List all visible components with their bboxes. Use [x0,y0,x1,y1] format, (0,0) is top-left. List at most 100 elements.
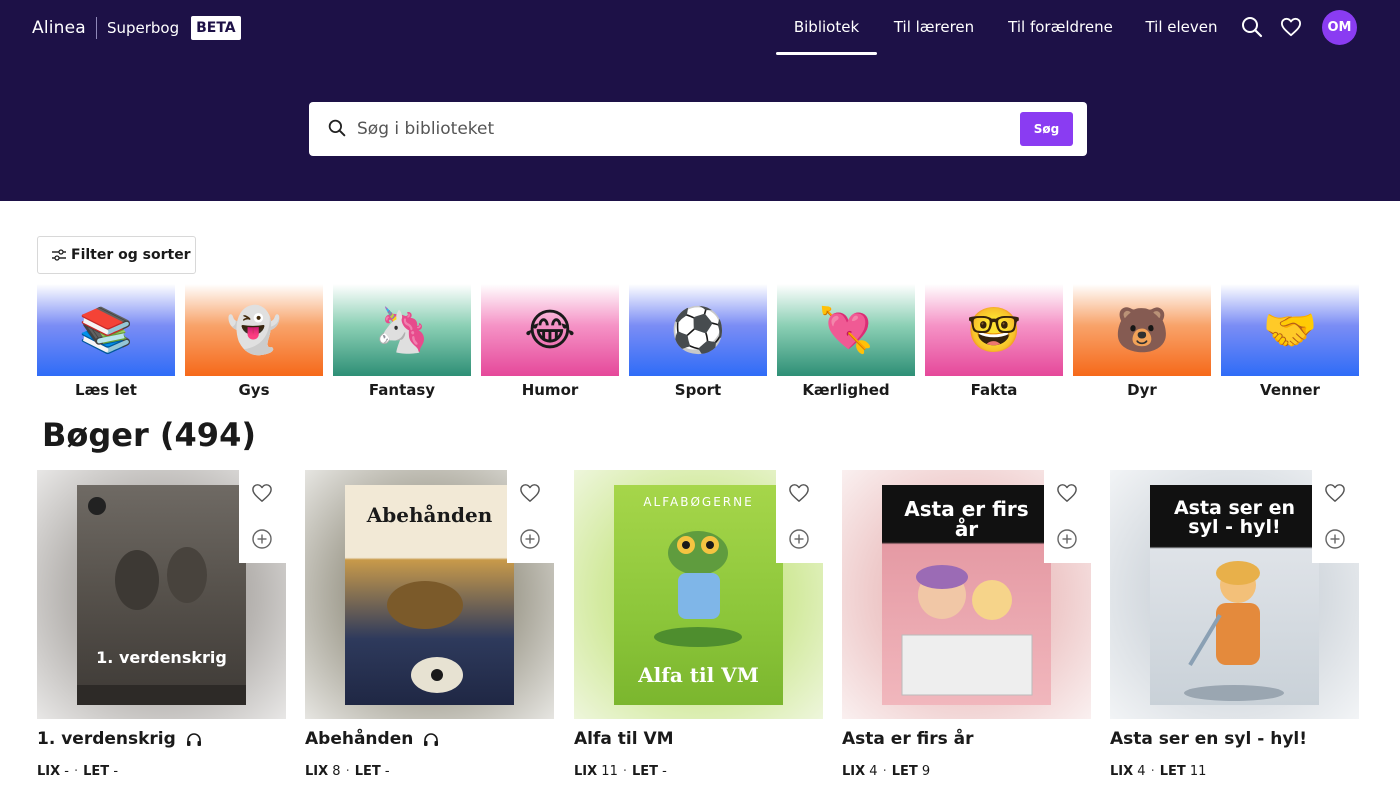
favorite-button[interactable] [1323,482,1347,504]
plus-circle-icon [789,529,809,549]
let-value: - [113,764,119,779]
book-card[interactable]: Asta ser en syl - hyl! Asta ser en syl -… [1110,470,1359,788]
book-title-text: 1. verdenskrig [37,729,176,749]
heart-icon [1057,484,1077,502]
nav-til-laereren[interactable]: Til læreren [890,0,978,56]
filter-sort-label: Filter og sorter [71,247,191,263]
book-card[interactable]: Asta er firs år Asta er firs år LIX 4 · LE… [842,470,1091,788]
add-to-list-button[interactable] [519,528,541,550]
book-cover-area[interactable]: ALFABØGERNE Alfa til VM [574,470,823,719]
book-meta: LIX 4 · LET 9 [842,764,931,779]
category-dyr[interactable]: 🐻 Dyr [1073,284,1211,408]
book-card[interactable]: Abehånden Abehånden LIX 8 · LET - [305,470,554,788]
book-cover-area[interactable]: Asta ser en syl - hyl! [1110,470,1359,719]
header-favorites-button[interactable] [1279,14,1303,40]
book-cover-image: 1. verdenskrig [77,485,246,705]
search-submit-button[interactable]: Søg [1020,112,1073,146]
favorite-button[interactable] [1055,482,1079,504]
category-label: Venner [1260,381,1320,399]
category-humor[interactable]: 😂 Humor [481,284,619,408]
category-label: Kærlighed [802,381,890,399]
book-cover-title: Asta ser en syl - hyl! [1173,497,1296,538]
headphones-icon [423,732,439,747]
category-kaerlighed[interactable]: 💘 Kærlighed [777,284,915,408]
nav-bibliotek[interactable]: Bibliotek [776,0,877,56]
sliders-icon [52,249,66,261]
plus-circle-icon [252,529,272,549]
book-meta: LIX 4 · LET 11 [1110,764,1207,779]
heart-arrow-emoji-icon: 💘 [818,305,874,356]
book-cover-area[interactable]: 1. verdenskrig [37,470,286,719]
book-meta: LIX - · LET - [37,764,119,779]
library-search-bar: Søg [309,102,1087,156]
book-cover-image: Asta ser en syl - hyl! [1150,485,1319,705]
let-value: - [662,764,667,779]
category-laes-let[interactable]: 📚 Læs let [37,284,175,408]
category-tile: 📚 [37,284,175,376]
category-label: Læs let [75,381,137,399]
category-tile: 👻 [185,284,323,376]
book-title[interactable]: Abehånden [305,729,439,749]
category-fantasy[interactable]: 🦄 Fantasy [333,284,471,408]
favorite-button[interactable] [250,482,274,504]
book-cover-area[interactable]: Asta er firs år [842,470,1091,719]
beta-badge: BETA [191,16,241,40]
book-card[interactable]: ALFABØGERNE Alfa til VM Alfa til VM LIX … [574,470,823,788]
book-title[interactable]: Alfa til VM [574,729,674,749]
add-to-list-button[interactable] [788,528,810,550]
heart-icon [1280,17,1301,37]
category-label: Dyr [1127,381,1157,399]
book-title[interactable]: Asta er firs år [842,729,974,749]
user-avatar[interactable]: OM [1322,10,1357,45]
filter-sort-button[interactable]: Filter og sorter [37,236,196,274]
category-label: Sport [674,381,722,399]
brand-name: Alinea [32,18,86,38]
lix-label: LIX [37,764,61,779]
category-venner[interactable]: 🤝 Venner [1221,284,1359,408]
header-search-button[interactable] [1240,14,1264,40]
category-fakta[interactable]: 🤓 Fakta [925,284,1063,408]
lix-value: 4 [869,764,878,779]
book-card[interactable]: 1. verdenskrig 1. verdenskrig LIX - · LET … [37,470,286,788]
book-cover-image: Asta er firs år [882,485,1051,705]
heart-icon [252,484,272,502]
book-cover-image: ALFABØGERNE Alfa til VM [614,485,783,705]
book-title[interactable]: 1. verdenskrig [37,729,202,749]
brand-divider [95,17,97,39]
favorite-button[interactable] [787,482,811,504]
add-to-list-button[interactable] [1056,528,1078,550]
book-cover-series: ALFABØGERNE [643,495,754,509]
books-emoji-icon: 📚 [78,305,134,356]
let-label: LET [1159,764,1186,779]
favorite-button[interactable] [518,482,542,504]
lix-value: 8 [332,764,341,779]
let-value: - [384,764,390,779]
category-tile: 🤝 [1221,284,1359,376]
nav-til-foraeldrene[interactable]: Til forældrene [1005,0,1116,56]
nerd-face-emoji-icon: 🤓 [966,305,1022,356]
add-to-list-button[interactable] [251,528,273,550]
nav-til-eleven[interactable]: Til eleven [1143,0,1220,56]
category-tile: 🤓 [925,284,1063,376]
book-title-text: Asta er firs år [842,729,974,749]
lix-label: LIX [574,764,598,779]
let-label: LET [631,764,659,779]
brand-logo[interactable]: Alinea Superbog BETA [32,14,241,42]
lix-value: 11 [601,764,618,779]
plus-circle-icon [520,529,540,549]
category-tile: 🦄 [333,284,471,376]
search-icon [1242,17,1263,38]
book-cover-area[interactable]: Abehånden [305,470,554,719]
book-title-text: Alfa til VM [574,729,674,749]
let-label: LET [891,764,918,779]
category-gys[interactable]: 👻 Gys [185,284,323,408]
bear-emoji-icon: 🐻 [1114,305,1170,356]
book-title-text: Asta ser en syl - hyl! [1110,729,1307,749]
category-sport[interactable]: ⚽ Sport [629,284,767,408]
library-search-input[interactable] [357,114,1007,144]
category-tile: 🐻 [1073,284,1211,376]
lix-value: - [64,764,69,779]
book-title[interactable]: Asta ser en syl - hyl! [1110,729,1307,749]
add-to-list-button[interactable] [1324,528,1346,550]
lix-label: LIX [842,764,866,779]
